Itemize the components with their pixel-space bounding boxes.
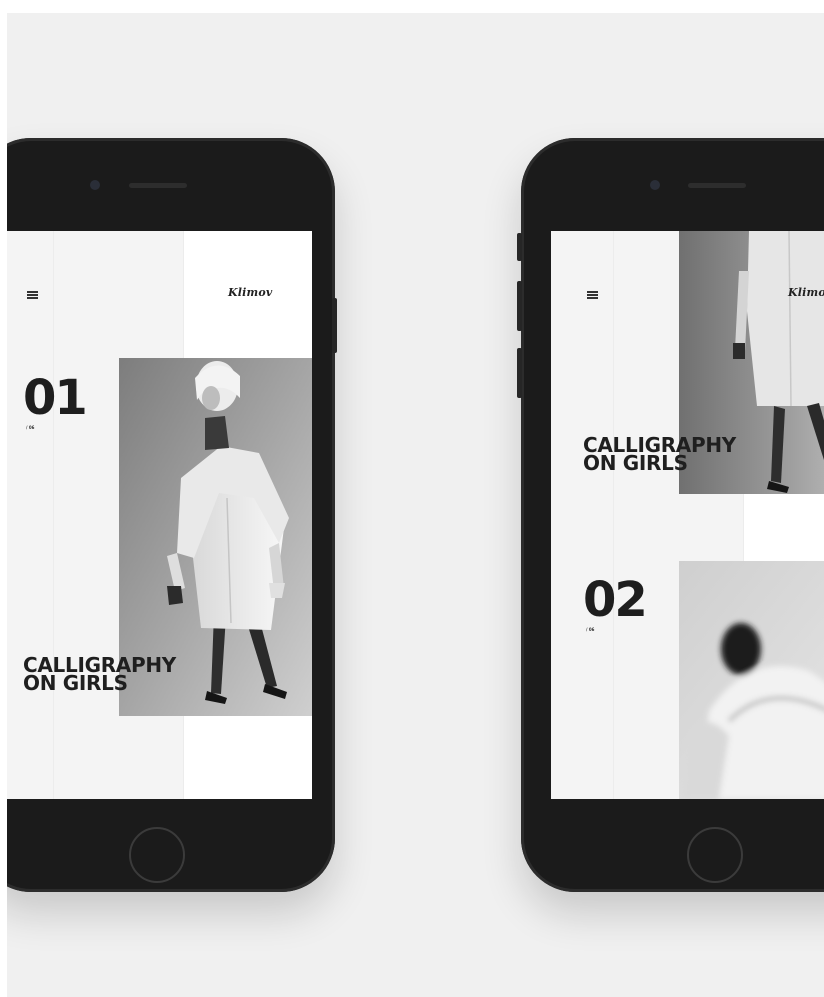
slide-number: 02 (583, 572, 648, 628)
brand-logo[interactable]: Klimov (228, 286, 273, 299)
phone-mockup-right: Klimov CALLIGRAPHY ON GIRLS (517, 138, 824, 892)
camera-icon (650, 180, 660, 190)
slide-number: 01 (23, 370, 88, 426)
slide-count: / 06 (26, 425, 35, 430)
slide-count: / 06 (586, 627, 595, 632)
phone-mockup-left: Klimov 01 / 06 CALLIGRAPHY ON GIRLS (7, 138, 337, 892)
showcase-canvas: Klimov 01 / 06 CALLIGRAPHY ON GIRLS Klim… (7, 13, 824, 997)
phone-screen-left: Klimov 01 / 06 CALLIGRAPHY ON GIRLS (7, 231, 312, 799)
home-button-icon (687, 827, 743, 883)
volume-up-button (517, 281, 522, 331)
phone-screen-right: Klimov CALLIGRAPHY ON GIRLS (551, 231, 824, 799)
hamburger-menu-icon[interactable] (587, 291, 598, 299)
slide-title[interactable]: CALLIGRAPHY ON GIRLS (23, 655, 176, 693)
hamburger-menu-icon[interactable] (27, 291, 38, 299)
home-button-icon (129, 827, 185, 883)
mute-switch (517, 233, 522, 261)
slide-title[interactable]: CALLIGRAPHY ON GIRLS (583, 435, 736, 473)
side-button (332, 298, 337, 353)
speaker-icon (688, 183, 746, 188)
speaker-icon (129, 183, 187, 188)
model-photo-illustration (679, 561, 824, 799)
camera-icon (90, 180, 100, 190)
volume-down-button (517, 348, 522, 398)
slide-photo-model-motion-blur[interactable] (679, 561, 824, 799)
brand-logo[interactable]: Klimov (788, 286, 824, 299)
